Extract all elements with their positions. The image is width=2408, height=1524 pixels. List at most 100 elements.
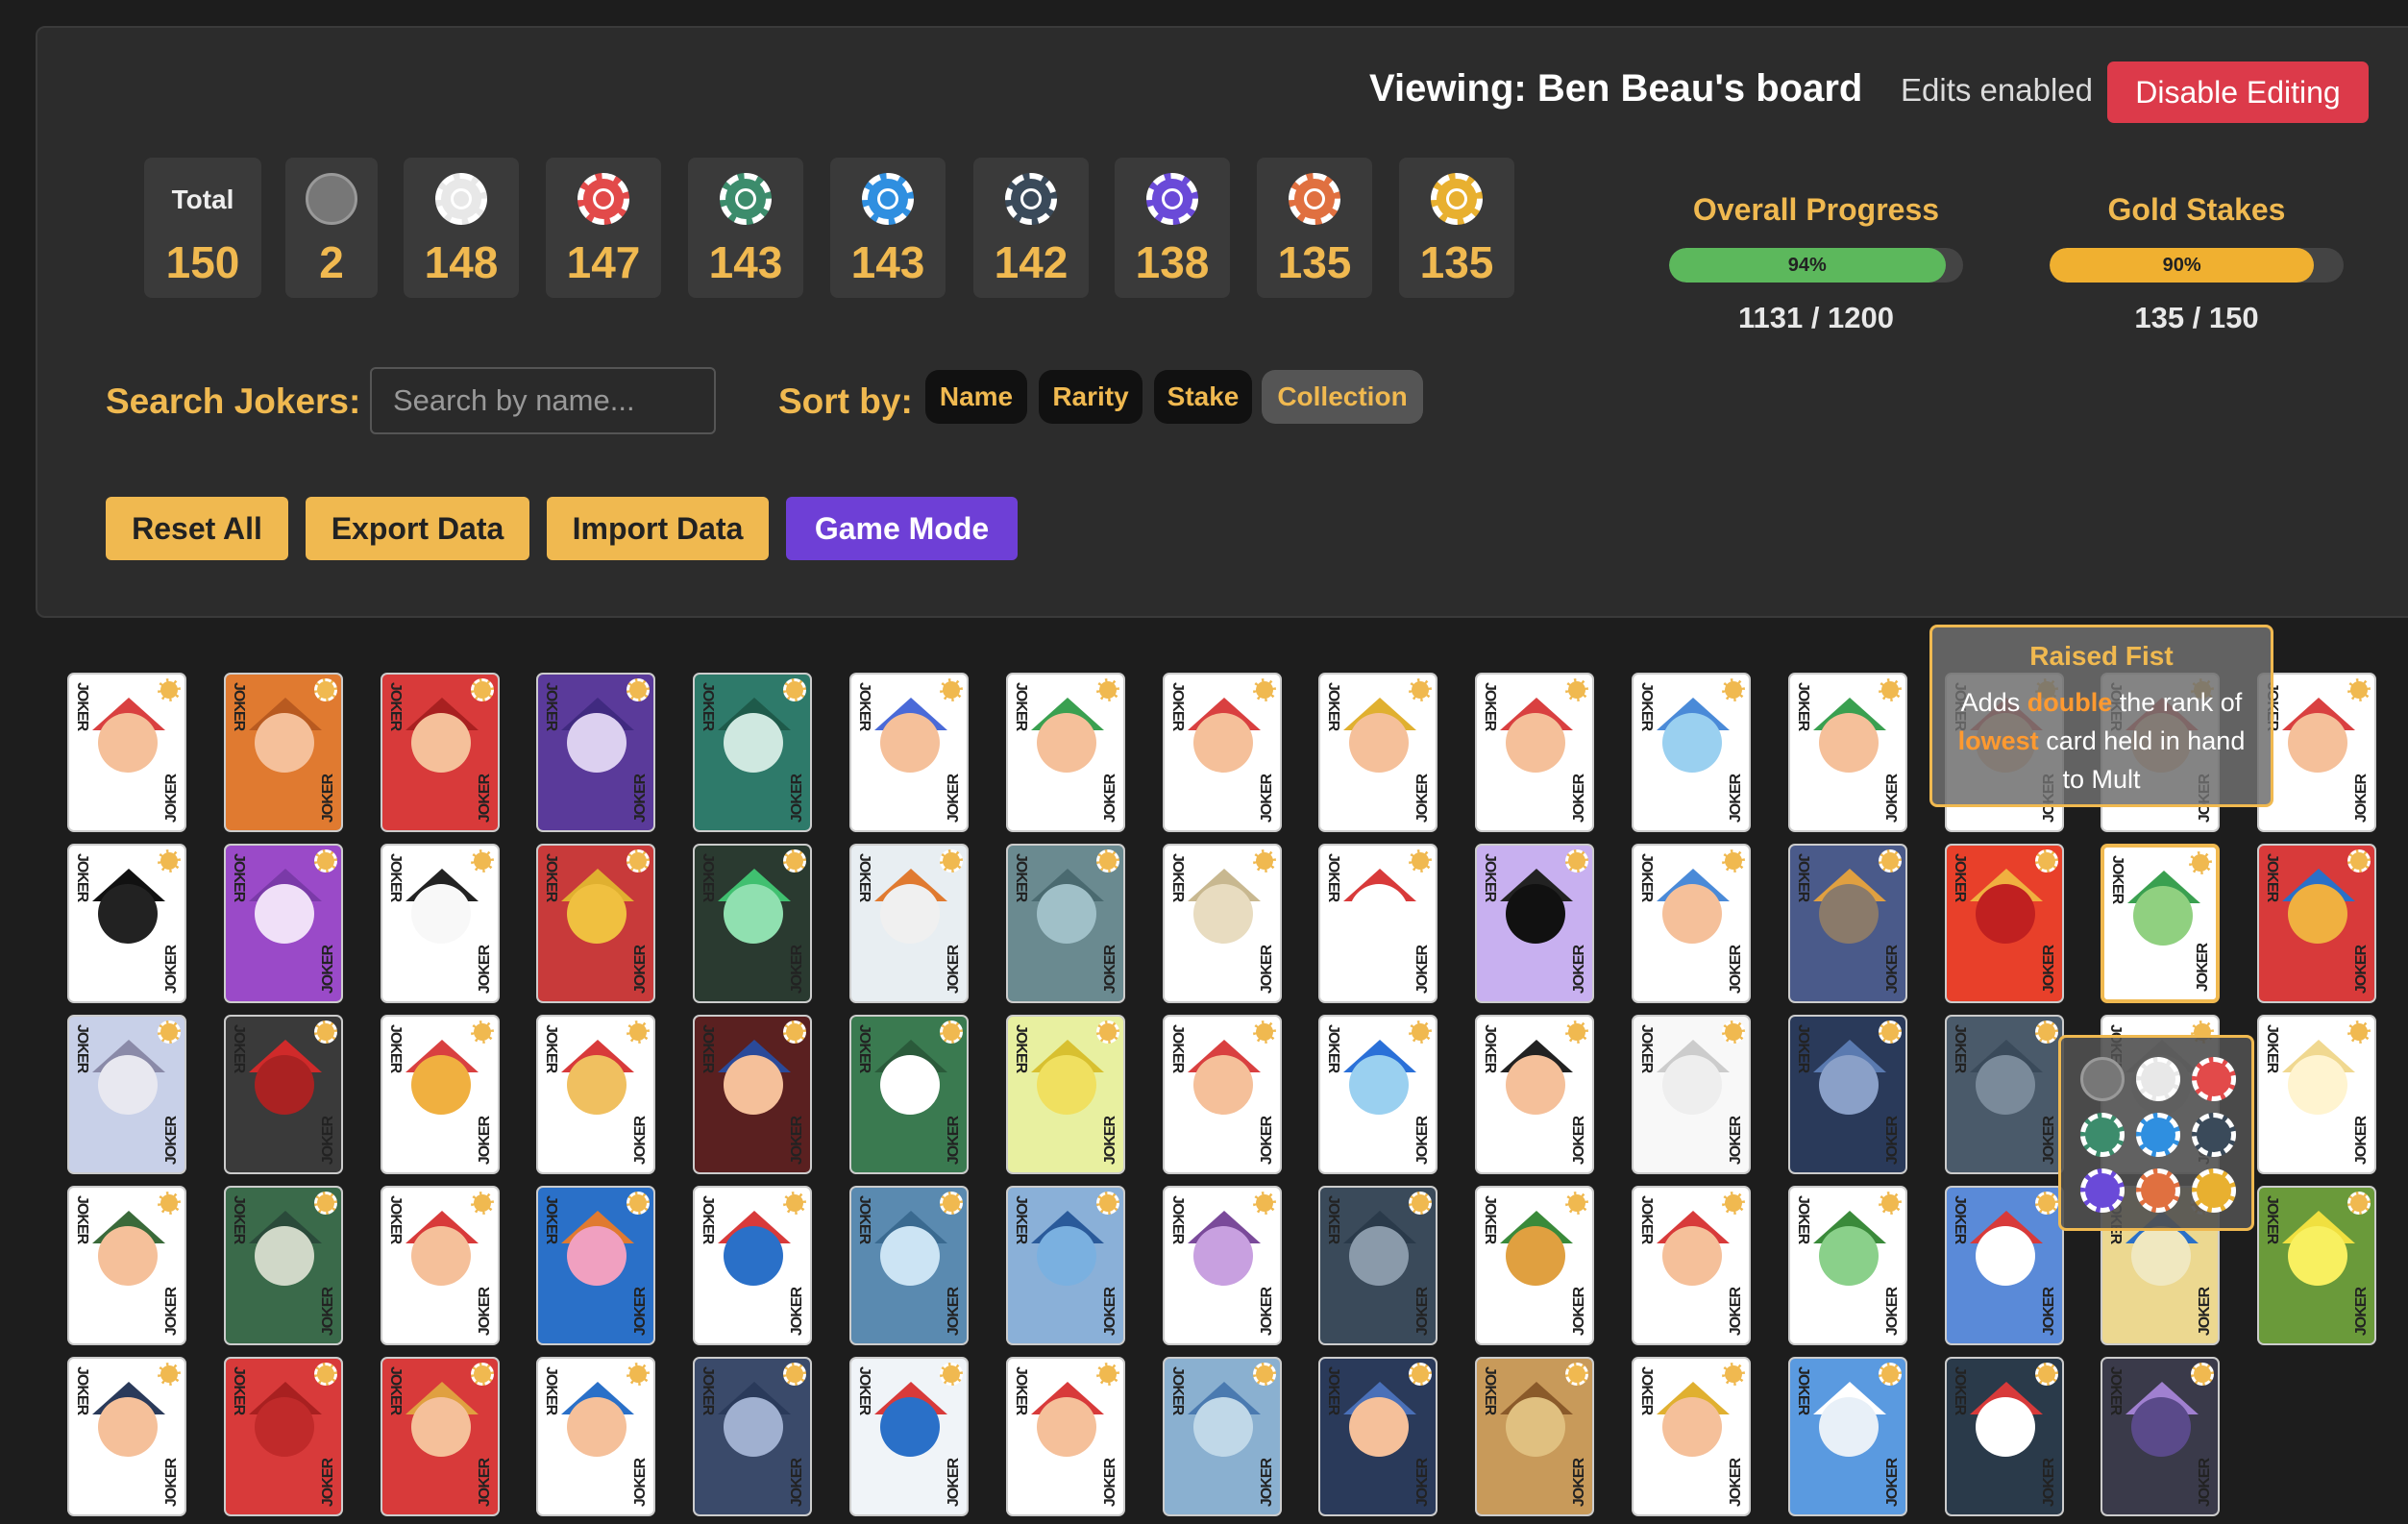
joker-card[interactable]: JOKERJOKER	[1632, 1186, 1751, 1345]
joker-card[interactable]: JOKERJOKER	[1318, 1357, 1437, 1516]
joker-card[interactable]: JOKERJOKER	[849, 673, 969, 832]
joker-card[interactable]: JOKERJOKER	[693, 1015, 812, 1174]
orange-stake-icon[interactable]	[2136, 1168, 2180, 1213]
joker-card[interactable]: JOKERJOKER	[1632, 844, 1751, 1003]
import-data-button[interactable]: Import Data	[547, 497, 769, 560]
joker-card[interactable]: JOKERJOKER	[1318, 673, 1437, 832]
joker-card[interactable]: JOKERJOKER	[1788, 1015, 1907, 1174]
joker-card[interactable]: JOKERJOKER	[536, 844, 655, 1003]
sort-stake-button[interactable]: Stake	[1154, 370, 1252, 424]
joker-card[interactable]: JOKERJOKER	[1163, 1186, 1282, 1345]
joker-card[interactable]: JOKERJOKER	[1318, 1015, 1437, 1174]
blue-stake-icon[interactable]	[2136, 1113, 2180, 1157]
joker-card[interactable]: JOKERJOKER	[381, 1015, 500, 1174]
joker-card[interactable]: JOKERJOKER	[1163, 673, 1282, 832]
joker-card[interactable]: JOKERJOKER	[536, 673, 655, 832]
red-stake-icon[interactable]	[2192, 1057, 2236, 1101]
joker-card[interactable]: JOKERJOKER	[224, 1357, 343, 1516]
joker-card[interactable]: JOKERJOKER	[1163, 1015, 1282, 1174]
joker-card[interactable]: JOKERJOKER	[381, 844, 500, 1003]
joker-card[interactable]: JOKERJOKER	[1475, 1357, 1594, 1516]
game-mode-button[interactable]: Game Mode	[786, 497, 1018, 560]
joker-card[interactable]: JOKERJOKER	[2257, 673, 2376, 832]
joker-card[interactable]: JOKERJOKER	[2257, 1015, 2376, 1174]
joker-card[interactable]: JOKERJOKER	[224, 1015, 343, 1174]
purple-stake-icon[interactable]	[2080, 1168, 2125, 1213]
joker-card[interactable]: JOKERJOKER	[1945, 1357, 2064, 1516]
joker-card[interactable]: JOKERJOKER	[1788, 1186, 1907, 1345]
joker-card[interactable]: JOKERJOKER	[849, 1357, 969, 1516]
joker-card[interactable]: JOKERJOKER	[1006, 1015, 1125, 1174]
joker-card[interactable]: JOKERJOKER	[1475, 1015, 1594, 1174]
joker-card[interactable]: JOKERJOKER	[67, 1186, 186, 1345]
white-stake-icon[interactable]	[2136, 1057, 2180, 1101]
joker-card[interactable]: JOKERJOKER	[1632, 1015, 1751, 1174]
joker-card[interactable]: JOKERJOKER	[1475, 673, 1594, 832]
joker-card[interactable]: JOKERJOKER	[693, 1186, 812, 1345]
joker-card[interactable]: JOKERJOKER	[1163, 1357, 1282, 1516]
joker-card[interactable]: JOKERJOKER	[849, 1186, 969, 1345]
joker-card[interactable]: JOKERJOKER	[381, 1186, 500, 1345]
export-data-button[interactable]: Export Data	[306, 497, 529, 560]
joker-face-icon	[1193, 1397, 1253, 1457]
joker-card[interactable]: JOKERJOKER	[1006, 673, 1125, 832]
joker-card[interactable]: JOKERJOKER	[2101, 1357, 2220, 1516]
joker-card[interactable]: JOKERJOKER	[1788, 673, 1907, 832]
joker-card[interactable]: JOKERJOKER	[1475, 844, 1594, 1003]
joker-card[interactable]: JOKERJOKER	[2257, 844, 2376, 1003]
joker-card[interactable]: JOKERJOKER	[1945, 1186, 2064, 1345]
gold-stake-icon	[1722, 1363, 1745, 1386]
black-stake-icon[interactable]	[2192, 1113, 2236, 1157]
joker-card[interactable]: JOKERJOKER	[2257, 1186, 2376, 1345]
joker-card[interactable]: JOKERJOKER	[1632, 673, 1751, 832]
joker-card[interactable]: JOKERJOKER	[2101, 844, 2220, 1003]
joker-card[interactable]: JOKERJOKER	[536, 1186, 655, 1345]
green-stake-icon[interactable]	[2080, 1113, 2125, 1157]
stake-selector-popup	[2058, 1035, 2254, 1231]
joker-card[interactable]: JOKERJOKER	[67, 1015, 186, 1174]
joker-face-icon	[1037, 1055, 1096, 1115]
reset-all-button[interactable]: Reset All	[106, 497, 288, 560]
sort-collection-button[interactable]: Collection	[1262, 370, 1423, 424]
stat-stake: 143	[830, 158, 946, 298]
joker-card[interactable]: JOKERJOKER	[536, 1015, 655, 1174]
joker-card[interactable]: JOKERJOKER	[1475, 1186, 1594, 1345]
joker-card[interactable]: JOKERJOKER	[693, 1357, 812, 1516]
disable-editing-button[interactable]: Disable Editing	[2107, 61, 2369, 123]
joker-card[interactable]: JOKERJOKER	[381, 673, 500, 832]
joker-card[interactable]: JOKERJOKER	[67, 1357, 186, 1516]
card-joker-label: JOKER	[1325, 1195, 1341, 1244]
joker-card[interactable]: JOKERJOKER	[67, 844, 186, 1003]
joker-card[interactable]: JOKERJOKER	[224, 1186, 343, 1345]
joker-card[interactable]: JOKERJOKER	[536, 1357, 655, 1516]
joker-card[interactable]: JOKERJOKER	[1945, 1015, 2064, 1174]
joker-card[interactable]: JOKERJOKER	[693, 844, 812, 1003]
joker-card[interactable]: JOKERJOKER	[849, 844, 969, 1003]
joker-face-icon	[98, 1055, 158, 1115]
card-joker-label: JOKER	[387, 853, 404, 902]
joker-card[interactable]: JOKERJOKER	[1318, 844, 1437, 1003]
joker-card[interactable]: JOKERJOKER	[381, 1357, 500, 1516]
joker-card[interactable]: JOKERJOKER	[1318, 1186, 1437, 1345]
sort-rarity-button[interactable]: Rarity	[1039, 370, 1143, 424]
card-joker-label: JOKER	[320, 1458, 336, 1507]
joker-card[interactable]: JOKERJOKER	[1945, 844, 2064, 1003]
joker-card[interactable]: JOKERJOKER	[1006, 1186, 1125, 1345]
joker-card[interactable]: JOKERJOKER	[693, 673, 812, 832]
joker-card[interactable]: JOKERJOKER	[1163, 844, 1282, 1003]
joker-card[interactable]: JOKERJOKER	[1788, 844, 1907, 1003]
joker-card[interactable]: JOKERJOKER	[1006, 1357, 1125, 1516]
joker-card[interactable]: JOKERJOKER	[1632, 1357, 1751, 1516]
card-joker-label: JOKER	[231, 1195, 247, 1244]
joker-card[interactable]: JOKERJOKER	[224, 844, 343, 1003]
joker-card[interactable]: JOKERJOKER	[1006, 844, 1125, 1003]
joker-card[interactable]: JOKERJOKER	[224, 673, 343, 832]
search-input[interactable]	[370, 367, 716, 434]
joker-card[interactable]: JOKERJOKER	[849, 1015, 969, 1174]
joker-card[interactable]: JOKERJOKER	[67, 673, 186, 832]
sort-name-button[interactable]: Name	[925, 370, 1027, 424]
gold-stake-icon[interactable]	[2192, 1168, 2236, 1213]
no-stake-icon[interactable]	[2080, 1057, 2125, 1101]
joker-card[interactable]: JOKERJOKER	[1788, 1357, 1907, 1516]
joker-face-icon	[411, 884, 471, 944]
